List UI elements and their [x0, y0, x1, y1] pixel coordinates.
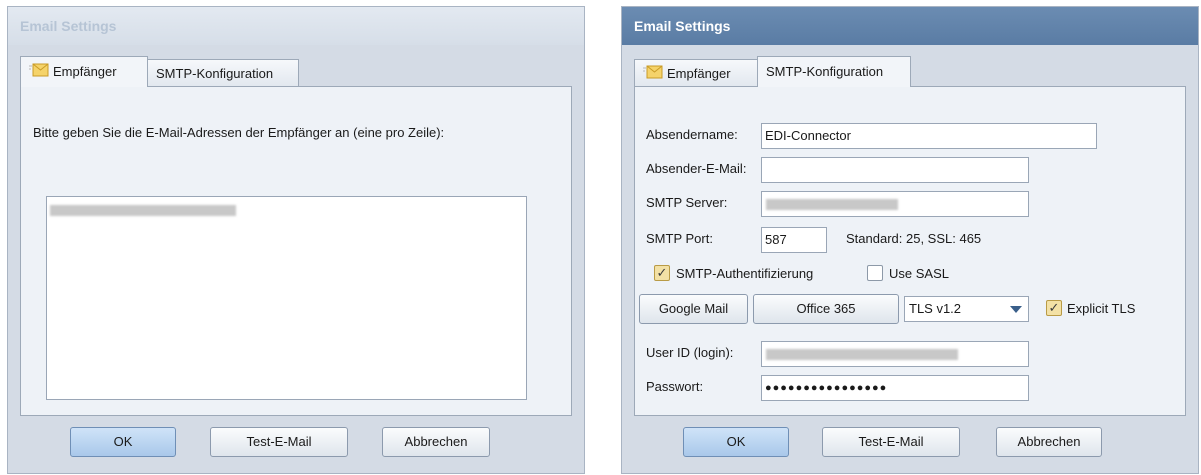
ok-button[interactable]: OK [683, 427, 789, 457]
sender-email-input[interactable] [761, 157, 1029, 183]
envelope-icon [643, 61, 663, 88]
tab-label: Empfänger [53, 64, 117, 79]
instruction-text: Bitte geben Sie die E-Mail-Adressen der … [33, 125, 445, 140]
tab-recipients[interactable]: Empfänger [20, 56, 148, 87]
smtp-auth-checkbox[interactable]: ✓ [654, 265, 670, 281]
envelope-icon [29, 58, 49, 87]
google-mail-button[interactable]: Google Mail [639, 294, 748, 324]
smtp-server-input[interactable] [761, 191, 1029, 217]
sender-email-label: Absender-E-Mail: [646, 161, 747, 176]
tab-label: Empfänger [667, 66, 731, 81]
cancel-button[interactable]: Abbrechen [382, 427, 490, 457]
tab-recipients[interactable]: Empfänger [634, 59, 758, 86]
tls-version-select[interactable]: TLS v1.2 [904, 296, 1029, 322]
use-sasl-label: Use SASL [889, 266, 949, 281]
email-settings-window-recipients: Email Settings Empfänger SMTP-Konfigurat… [7, 6, 585, 474]
explicit-tls-checkbox[interactable]: ✓ [1046, 300, 1062, 316]
sender-name-label: Absendername: [646, 127, 738, 142]
smtp-port-label: SMTP Port: [646, 231, 713, 246]
password-label: Passwort: [646, 379, 704, 394]
redacted-server [766, 199, 898, 210]
user-id-label: User ID (login): [646, 345, 734, 360]
sender-name-input[interactable]: EDI-Connector [761, 123, 1097, 149]
ok-button[interactable]: OK [70, 427, 176, 457]
smtp-auth-label: SMTP-Authentifizierung [676, 266, 814, 281]
tab-smtp-config[interactable]: SMTP-Konfiguration [147, 59, 299, 86]
smtp-config-panel: Absendername: EDI-Connector Absender-E-M… [634, 86, 1186, 416]
cancel-button[interactable]: Abbrechen [996, 427, 1102, 457]
port-hint-text: Standard: 25, SSL: 465 [846, 231, 982, 246]
smtp-server-label: SMTP Server: [646, 195, 728, 210]
recipients-panel: Bitte geben Sie die E-Mail-Adressen der … [20, 86, 572, 416]
window-title: Email Settings [622, 7, 1198, 45]
explicit-tls-label: Explicit TLS [1067, 301, 1136, 316]
user-id-input[interactable] [761, 341, 1029, 367]
redacted-email [50, 205, 236, 216]
email-settings-window-smtp: Email Settings Empfänger SMTP-Konfigurat… [621, 6, 1199, 474]
password-input[interactable]: ●●●●●●●●●●●●●●●● [761, 375, 1029, 401]
test-email-button[interactable]: Test-E-Mail [210, 427, 348, 457]
use-sasl-checkbox[interactable] [867, 265, 883, 281]
window-title: Email Settings [8, 7, 584, 45]
chevron-down-icon [1010, 306, 1022, 313]
smtp-port-input[interactable]: 587 [761, 227, 827, 253]
test-email-button[interactable]: Test-E-Mail [822, 427, 960, 457]
recipients-textarea[interactable] [46, 196, 527, 400]
tab-smtp-config[interactable]: SMTP-Konfiguration [757, 56, 911, 87]
tab-label: SMTP-Konfiguration [766, 64, 884, 79]
tls-version-value: TLS v1.2 [909, 301, 962, 316]
office-365-button[interactable]: Office 365 [753, 294, 899, 324]
redacted-user [766, 349, 958, 360]
tab-label: SMTP-Konfiguration [156, 66, 274, 81]
